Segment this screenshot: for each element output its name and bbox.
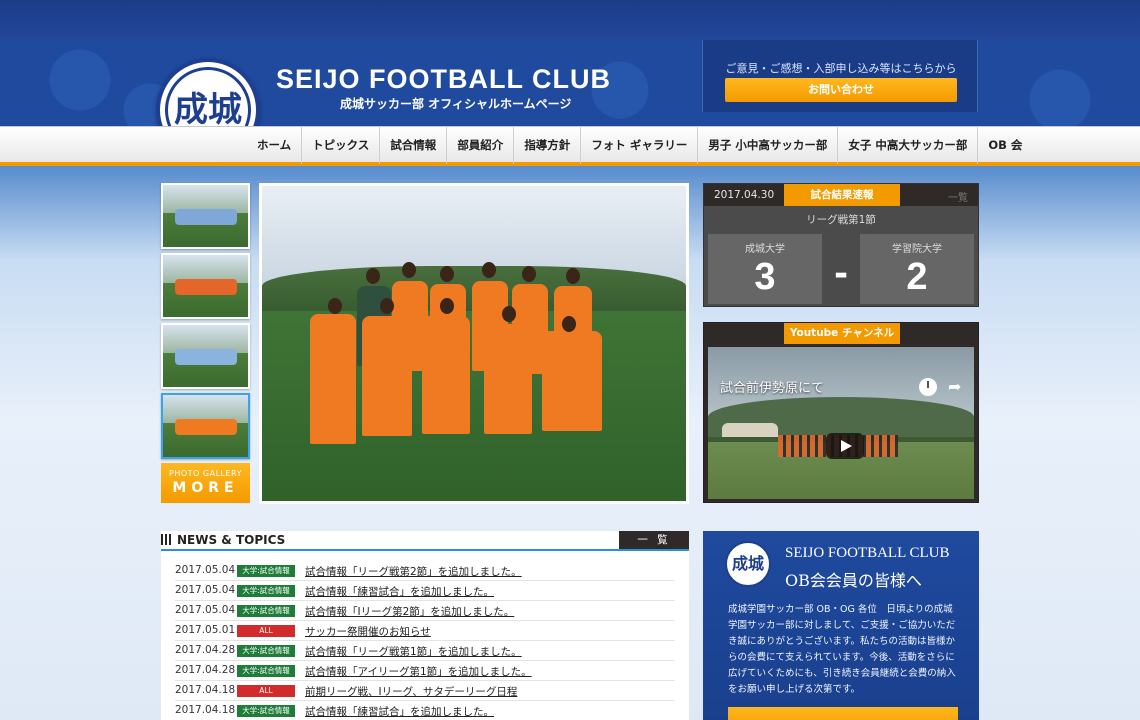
news-date: 2017.04.28 xyxy=(175,664,236,676)
more-button-caption: PHOTO GALLERY xyxy=(169,469,242,478)
ob-logo: 成城 xyxy=(725,541,771,587)
news-row[interactable]: 2017.04.28 大学:試合情報 試合情報「リーグ戦第1節」を追加しました。 xyxy=(175,641,675,661)
news-date: 2017.05.04 xyxy=(175,564,236,576)
news-underline xyxy=(161,549,689,551)
nav-item-girls[interactable]: 女子 中高大サッカー部 xyxy=(838,126,979,164)
main-team-photo xyxy=(259,183,689,504)
score-separator: - xyxy=(833,254,849,294)
news-link[interactable]: 前期リーグ戦、Iリーグ、サタデーリーグ日程 xyxy=(305,684,517,699)
news-link[interactable]: 試合情報「Iリーグ第2節」を追加しました。 xyxy=(305,604,514,619)
news-header: NEWS & TOPICS 一 覧 xyxy=(161,531,689,551)
home-team-name: 成城大学 xyxy=(745,244,785,255)
watch-later-icon[interactable] xyxy=(919,378,937,396)
gallery-thumb[interactable] xyxy=(161,183,250,249)
more-button-label: MORE xyxy=(172,480,239,496)
news-date: 2017.05.01 xyxy=(175,624,236,636)
news-category-badge: 大学:試合情報 xyxy=(237,665,295,677)
news-category-badge: 大学:試合情報 xyxy=(237,605,295,617)
youtube-box: Youtube チャンネル 試合前伊勢原にて ➦ xyxy=(703,322,979,503)
news-title: NEWS & TOPICS xyxy=(161,533,285,547)
share-icon[interactable]: ➦ xyxy=(948,377,961,396)
nav-item-home[interactable]: ホーム xyxy=(254,126,303,164)
news-link[interactable]: 試合情報「アイリーグ第1節」を追加しました。 xyxy=(305,664,532,679)
away-team-name: 学習院大学 xyxy=(892,244,942,255)
result-league: リーグ戦第1節 xyxy=(806,214,876,226)
news-row[interactable]: 2017.05.04 大学:試合情報 試合情報「リーグ戦第2節」を追加しました。 xyxy=(175,561,675,581)
ob-action-button[interactable] xyxy=(728,707,958,720)
news-date: 2017.05.04 xyxy=(175,604,236,616)
news-category-badge: 大学:試合情報 xyxy=(237,585,295,597)
youtube-tag: Youtube チャンネル xyxy=(784,323,900,344)
ob-title-ja: OB会会員の皆様へ xyxy=(785,571,922,590)
news-row[interactable]: 2017.05.01 ALL サッカー祭開催のお知らせ xyxy=(175,621,675,641)
contact-box: ご意見・ご感想・入部申し込み等はこちらから お問い合わせ xyxy=(702,40,978,112)
news-category-badge: 大学:試合情報 xyxy=(237,565,295,577)
news-category-badge: ALL xyxy=(237,685,295,697)
result-date: 2017.04.30 xyxy=(714,189,775,201)
nav-item-match-info[interactable]: 試合情報 xyxy=(380,126,448,164)
nav-item-ob[interactable]: OB 会 xyxy=(978,126,1032,164)
result-list-link[interactable]: 一覧 xyxy=(948,189,968,204)
ob-title-en: SEIJO FOOTBALL CLUB xyxy=(785,545,950,561)
match-result-box: 2017.04.30 試合結果速報 一覧 リーグ戦第1節 成城大学 3 - 学習… xyxy=(703,183,979,307)
news-date: 2017.04.18 xyxy=(175,704,236,716)
news-category-badge: 大学:試合情報 xyxy=(237,705,295,717)
nav-item-members[interactable]: 部員紹介 xyxy=(447,126,515,164)
news-link[interactable]: 試合情報「リーグ戦第2節」を追加しました。 xyxy=(305,564,522,579)
gallery-thumb[interactable] xyxy=(161,253,250,319)
news-row[interactable]: 2017.04.18 大学:試合情報 試合情報「練習試合」を追加しました。 xyxy=(175,701,675,720)
home-score: 3 xyxy=(754,256,776,298)
news-list-button[interactable]: 一 覧 xyxy=(619,531,689,549)
news-link[interactable]: 試合情報「練習試合」を追加しました。 xyxy=(305,584,494,599)
nav-items: ホーム トピックス 試合情報 部員紹介 指導方針 フォト ギャラリー 男子 小中… xyxy=(254,126,1032,164)
play-icon[interactable] xyxy=(826,433,864,459)
news-link[interactable]: サッカー祭開催のお知らせ xyxy=(305,624,431,639)
nav-item-boys[interactable]: 男子 小中高サッカー部 xyxy=(698,126,839,164)
away-team-box: 学習院大学 2 xyxy=(860,234,974,304)
ob-body-text: 成城学園サッカー部 OB・OG 各位 日頃よりの成城学園サッカー部に対しまして、… xyxy=(728,604,956,695)
news-row[interactable]: 2017.05.04 大学:試合情報 試合情報「練習試合」を追加しました。 xyxy=(175,581,675,601)
youtube-video[interactable]: 試合前伊勢原にて ➦ xyxy=(708,347,974,499)
news-row[interactable]: 2017.05.04 大学:試合情報 試合情報「Iリーグ第2節」を追加しました。 xyxy=(175,601,675,621)
site-subtitle: 成城サッカー部 オフィシャルホームページ xyxy=(340,97,572,111)
away-score: 2 xyxy=(906,256,928,298)
news-date: 2017.04.28 xyxy=(175,644,236,656)
site-title[interactable]: SEIJO FOOTBALL CLUB xyxy=(276,64,611,95)
news-row[interactable]: 2017.04.28 大学:試合情報 試合情報「アイリーグ第1節」を追加しました。 xyxy=(175,661,675,681)
result-tag: 試合結果速報 xyxy=(784,184,900,206)
photo-gallery-more-button[interactable]: PHOTO GALLERY MORE xyxy=(161,463,250,503)
nav-item-topics[interactable]: トピックス xyxy=(302,126,381,164)
news-category-badge: 大学:試合情報 xyxy=(237,645,295,657)
news-link[interactable]: 試合情報「リーグ戦第1節」を追加しました。 xyxy=(305,644,522,659)
top-strip xyxy=(0,0,1140,40)
gallery-thumb[interactable] xyxy=(161,323,250,389)
ob-panel: 成城 SEIJO FOOTBALL CLUB OB会会員の皆様へ 成城学園サッカ… xyxy=(703,531,979,720)
gallery-thumb-active[interactable] xyxy=(161,393,250,459)
nav-item-photo-gallery[interactable]: フォト ギャラリー xyxy=(581,126,699,164)
home-team-box: 成城大学 3 xyxy=(708,234,822,304)
news-date: 2017.04.18 xyxy=(175,684,236,696)
contact-button[interactable]: お問い合わせ xyxy=(725,78,957,102)
news-date: 2017.05.04 xyxy=(175,584,236,596)
nav-item-coaching[interactable]: 指導方針 xyxy=(514,126,582,164)
bars-icon xyxy=(161,534,172,545)
news-row[interactable]: 2017.04.18 ALL 前期リーグ戦、Iリーグ、サタデーリーグ日程 xyxy=(175,681,675,701)
news-category-badge: ALL xyxy=(237,625,295,637)
news-link[interactable]: 試合情報「練習試合」を追加しました。 xyxy=(305,704,494,719)
video-title[interactable]: 試合前伊勢原にて xyxy=(720,377,824,396)
contact-text: ご意見・ご感想・入部申し込み等はこちらから xyxy=(725,62,957,75)
